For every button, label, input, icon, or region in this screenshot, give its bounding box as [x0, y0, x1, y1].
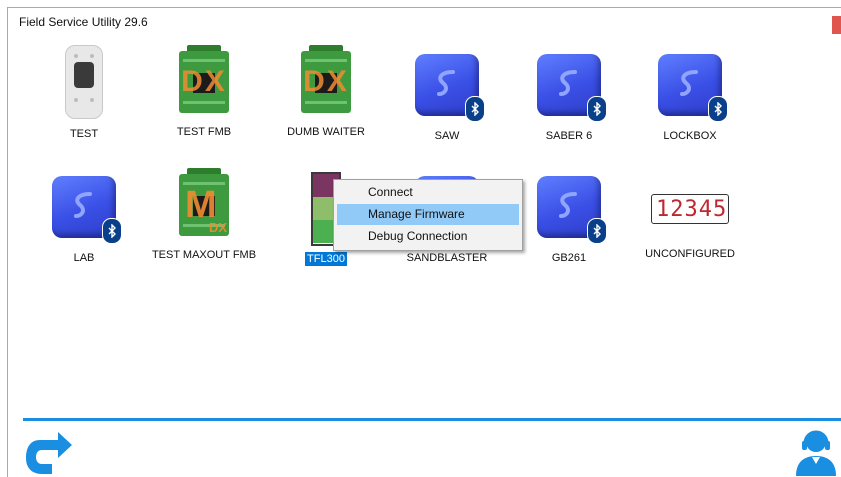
device-label: SAW	[434, 130, 460, 142]
device-tile-test[interactable]: TEST	[24, 45, 144, 141]
device-tile-gb261[interactable]: GB261	[509, 176, 629, 265]
device-label: GB261	[551, 252, 587, 264]
device-label: UNCONFIGURED	[645, 248, 735, 260]
window-frame-left	[7, 7, 8, 477]
blue-device-icon	[537, 176, 607, 244]
dx-overlay: DX	[209, 220, 228, 235]
device-logo-icon	[680, 70, 698, 96]
footer-divider	[23, 418, 841, 421]
device-tile-saber-6[interactable]: SABER 6	[509, 54, 629, 143]
green-dx-module-icon: DX	[173, 45, 235, 117]
device-label: LOCKBOX	[663, 130, 717, 142]
device-label: SANDBLASTER	[406, 252, 488, 264]
bluetooth-icon	[587, 96, 607, 122]
window-frame-top	[7, 7, 841, 8]
display-digits: 12345	[656, 197, 728, 222]
device-tile-saw[interactable]: SAW	[387, 54, 507, 143]
device-tile-lab[interactable]: LAB	[24, 176, 144, 265]
blue-device-icon	[415, 54, 485, 122]
bluetooth-icon	[465, 96, 485, 122]
dx-overlay: DX	[181, 65, 227, 98]
device-label: SABER 6	[545, 130, 593, 142]
device-tile-dumb-waiter[interactable]: DX DUMB WAITER	[266, 45, 386, 139]
green-dx-module-icon: DX	[295, 45, 357, 117]
blue-device-icon	[658, 54, 728, 122]
bluetooth-icon	[102, 218, 122, 244]
device-logo-icon	[437, 70, 455, 96]
seven-segment-display-icon: 12345	[651, 194, 729, 224]
blue-device-icon	[52, 176, 122, 244]
window-title: Field Service Utility 29.6	[19, 15, 148, 29]
device-label-selected: TFL300	[305, 252, 347, 266]
device-logo-icon	[559, 192, 577, 218]
device-tile-lockbox[interactable]: LOCKBOX	[630, 54, 750, 143]
device-tile-test-fmb[interactable]: DX TEST FMB	[144, 45, 264, 139]
bluetooth-icon	[587, 218, 607, 244]
device-logo-icon	[74, 192, 92, 218]
device-label: TEST FMB	[176, 126, 232, 138]
device-logo-icon	[559, 70, 577, 96]
menu-item-debug-connection[interactable]: Debug Connection	[337, 226, 519, 247]
dx-overlay: DX	[303, 65, 349, 98]
white-module-icon	[65, 45, 103, 119]
device-label: LAB	[73, 252, 95, 264]
green-mdx-module-icon: M DX	[173, 168, 235, 240]
blue-device-icon	[537, 54, 607, 122]
menu-item-manage-firmware[interactable]: Manage Firmware	[337, 204, 519, 225]
device-label: DUMB WAITER	[287, 126, 365, 138]
device-label: TEST MAXOUT FMB	[151, 249, 257, 261]
menu-item-connect[interactable]: Connect	[337, 182, 519, 203]
close-button[interactable]	[832, 16, 841, 34]
bluetooth-icon	[708, 96, 728, 122]
context-menu: Connect Manage Firmware Debug Connection	[333, 179, 523, 251]
refresh-arrow-icon[interactable]	[22, 428, 74, 476]
support-agent-icon[interactable]	[792, 428, 840, 476]
device-tile-test-maxout-fmb[interactable]: M DX TEST MAXOUT FMB	[144, 168, 264, 262]
device-tile-unconfigured[interactable]: 12345 UNCONFIGURED	[630, 176, 750, 261]
device-label: TEST	[69, 128, 99, 140]
